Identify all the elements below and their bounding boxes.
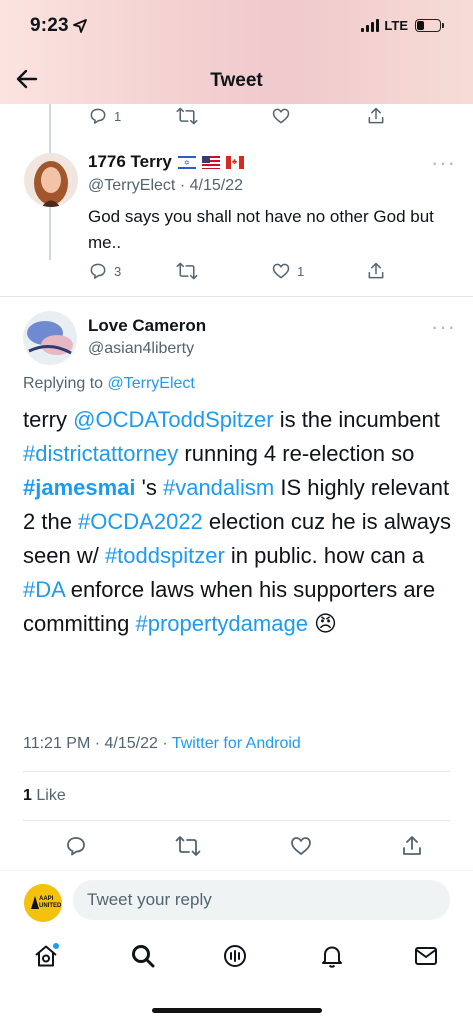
angry-emoji: 😠 — [307, 611, 337, 636]
terry-name-row: 1776 Terry ✡ ♣ — [88, 152, 244, 172]
israel-flag-icon: ✡ — [177, 155, 196, 169]
reply-tweet-text: God says you shall not have no other God… — [88, 207, 434, 252]
reply-button[interactable]: 3 — [88, 261, 176, 281]
more-options-icon[interactable]: ··· — [431, 316, 456, 338]
messages-envelope-icon[interactable] — [413, 943, 439, 969]
reply-count: 3 — [114, 263, 122, 279]
network-label: LTE — [384, 18, 408, 33]
likes-count: 1 — [23, 787, 32, 804]
likes-label: Like — [36, 787, 66, 804]
reply-count: 1 — [114, 108, 122, 124]
share-icon — [368, 107, 384, 124]
hashtag-link[interactable]: #propertydamage — [135, 611, 307, 636]
tweet-source-link[interactable]: Twitter for Android — [172, 735, 301, 752]
hashtag-link[interactable]: #OCDA2022 — [78, 509, 203, 534]
reply-button[interactable] — [64, 834, 88, 858]
home-icon[interactable] — [33, 943, 59, 969]
spaces-icon[interactable] — [222, 943, 248, 969]
signal-icon — [361, 19, 380, 32]
reply-button[interactable]: 1 — [88, 106, 176, 126]
replying-to-line: Replying to @TerryElect — [23, 375, 195, 392]
heart-icon — [290, 837, 311, 855]
heart-icon — [272, 263, 290, 279]
retweet-button[interactable] — [175, 834, 201, 858]
avatar-text: AAPI UNITED — [39, 896, 62, 909]
reply-icon — [90, 263, 106, 279]
reply-icon — [90, 108, 106, 124]
tweet-date: 4/15/22 — [189, 177, 243, 194]
reply-icon — [67, 837, 85, 856]
usa-flag-icon — [201, 155, 220, 169]
heart-icon — [272, 108, 290, 124]
reply-tweet-actions: 3 1 — [88, 261, 388, 281]
notifications-bell-icon[interactable] — [319, 943, 345, 969]
retweet-button[interactable] — [176, 261, 271, 281]
replying-to-link[interactable]: @TerryElect — [108, 375, 195, 392]
hashtag-link[interactable]: #toddspitzer — [105, 543, 225, 568]
battery-icon — [415, 19, 444, 32]
bottom-tab-bar — [0, 935, 473, 985]
author-handle[interactable]: @TerryElect — [88, 177, 175, 194]
avatar-terry[interactable] — [24, 153, 78, 207]
tweet-meta: 11:21 PM · 4/15/22 · Twitter for Android — [23, 735, 301, 752]
mention-link[interactable]: @OCDATodd­Spitzer — [73, 407, 273, 432]
likes-summary[interactable]: 1 Like — [23, 787, 66, 805]
share-button[interactable] — [366, 106, 386, 126]
terry-handle-row: @TerryElect · 4/15/22 — [88, 177, 243, 194]
more-options-icon[interactable]: ··· — [431, 152, 456, 174]
author-name[interactable]: Love Cameron — [88, 316, 206, 336]
status-time: 9:23 — [30, 15, 69, 36]
hashtag-link[interactable]: #DA — [23, 577, 65, 602]
retweet-icon — [175, 836, 201, 856]
like-count: 1 — [297, 263, 305, 279]
tweet-date: 4/15/22 — [104, 735, 158, 752]
share-button[interactable] — [366, 261, 386, 281]
author-handle[interactable]: @asian4liberty — [88, 340, 194, 358]
status-indicators: LTE — [361, 18, 444, 33]
main-tweet-actions — [64, 834, 424, 858]
location-arrow-icon — [73, 19, 87, 33]
divider — [0, 296, 473, 297]
my-avatar[interactable]: AAPI UNITED — [24, 884, 62, 922]
tweet-time: 11:21 PM — [23, 735, 91, 752]
share-icon — [403, 836, 421, 855]
home-indicator — [152, 1008, 322, 1013]
main-tweet-text: terry @OCDATodd­Spitzer is the incumbent… — [23, 407, 452, 636]
divider — [23, 771, 450, 772]
hashtag-link[interactable]: #jamesmai — [23, 475, 136, 500]
like-button[interactable] — [289, 834, 313, 858]
parent-tweet-actions: 1 — [88, 106, 388, 126]
hashtag-link[interactable]: #vandalism — [163, 475, 274, 500]
divider — [23, 820, 450, 821]
hashtag-link[interactable]: #districtattorney — [23, 441, 178, 466]
search-icon[interactable] — [130, 943, 156, 969]
author-name[interactable]: 1776 Terry — [88, 152, 172, 172]
reply-input[interactable]: Tweet your reply — [73, 880, 450, 920]
retweet-icon — [176, 262, 198, 280]
like-button[interactable] — [271, 106, 366, 126]
like-button[interactable]: 1 — [271, 261, 366, 281]
share-icon — [368, 262, 384, 279]
canada-flag-icon: ♣ — [225, 155, 244, 169]
retweet-icon — [176, 107, 198, 125]
avatar-love-cameron[interactable] — [23, 311, 77, 365]
page-title: Tweet — [210, 70, 263, 91]
share-button[interactable] — [400, 834, 424, 858]
retweet-button[interactable] — [176, 106, 271, 126]
